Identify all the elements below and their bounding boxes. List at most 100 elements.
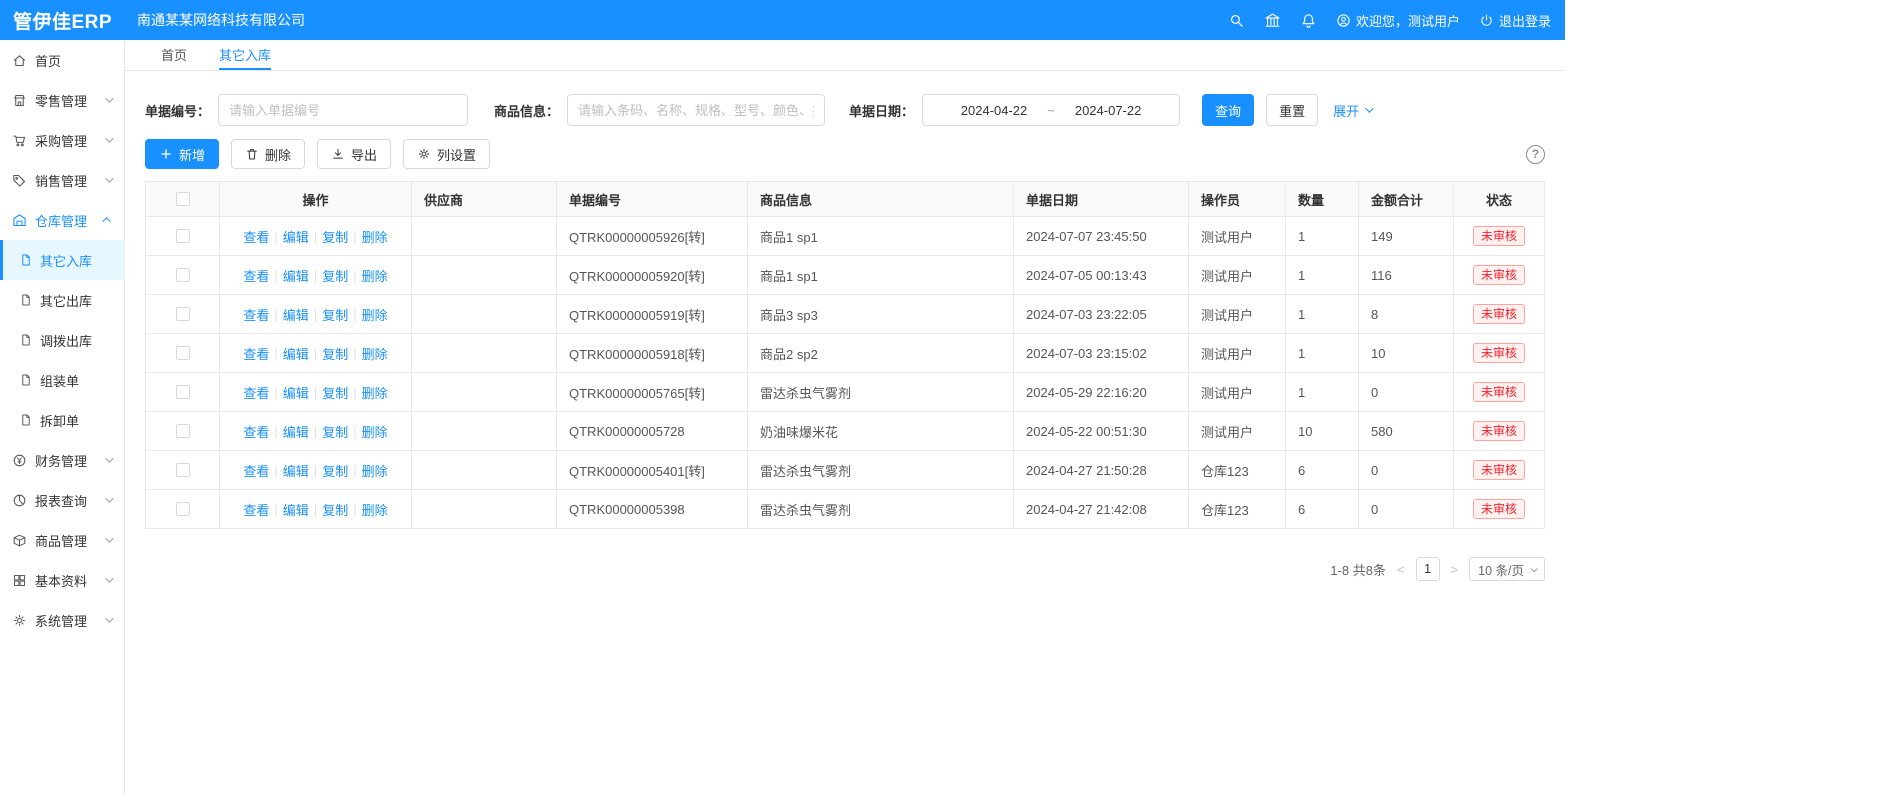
row-action-edit[interactable]: 编辑 [283, 461, 309, 480]
finance-icon [12, 453, 27, 468]
row-checkbox[interactable] [176, 502, 190, 516]
goods-info-label: 商品信息： [494, 101, 559, 120]
page-size-select[interactable]: 10 条/页 [1469, 557, 1545, 581]
cell-amount: 149 [1359, 216, 1454, 255]
delete-button[interactable]: 删除 [231, 139, 305, 169]
cell-supplier [412, 489, 557, 528]
sidebar-subitem-transfer-outbound[interactable]: 调拨出库 [0, 320, 124, 360]
bank-icon[interactable] [1264, 12, 1281, 29]
cell-date: 2024-07-07 23:45:50 [1014, 216, 1189, 255]
row-action-copy[interactable]: 复制 [322, 422, 348, 441]
row-action-edit[interactable]: 编辑 [283, 305, 309, 324]
row-action-copy[interactable]: 复制 [322, 344, 348, 363]
row-action-edit[interactable]: 编辑 [283, 344, 309, 363]
row-action-delete[interactable]: 删除 [362, 500, 388, 519]
sidebar-item-label: 商品管理 [35, 531, 87, 550]
row-action-copy[interactable]: 复制 [322, 305, 348, 324]
row-action-delete[interactable]: 删除 [362, 305, 388, 324]
action-separator: | [274, 463, 277, 478]
search-button[interactable]: 查询 [1202, 94, 1254, 126]
row-action-edit[interactable]: 编辑 [283, 422, 309, 441]
add-button[interactable]: 新增 [145, 139, 219, 169]
row-action-view[interactable]: 查看 [243, 461, 269, 480]
row-action-copy[interactable]: 复制 [322, 227, 348, 246]
row-action-delete[interactable]: 删除 [362, 266, 388, 285]
row-action-copy[interactable]: 复制 [322, 266, 348, 285]
tab-home[interactable]: 首页 [161, 40, 187, 70]
cell-qty: 6 [1286, 489, 1359, 528]
select-all-checkbox[interactable] [176, 192, 190, 206]
cell-amount: 116 [1359, 255, 1454, 294]
row-checkbox[interactable] [176, 268, 190, 282]
logout-button[interactable]: 退出登录 [1479, 11, 1551, 30]
row-action-delete[interactable]: 删除 [362, 227, 388, 246]
next-page-icon[interactable]: > [1449, 562, 1461, 577]
row-action-view[interactable]: 查看 [243, 422, 269, 441]
sidebar-item-finance[interactable]: 财务管理 [0, 440, 124, 480]
row-action-copy[interactable]: 复制 [322, 461, 348, 480]
sidebar-item-goods[interactable]: 商品管理 [0, 520, 124, 560]
sidebar-item-warehouse[interactable]: 仓库管理 [0, 200, 124, 240]
sidebar-item-purchase[interactable]: 采购管理 [0, 120, 124, 160]
row-checkbox[interactable] [176, 385, 190, 399]
column-settings-button[interactable]: 列设置 [403, 139, 490, 169]
chevron-icon [105, 494, 113, 502]
sidebar-subitem-assembly[interactable]: 组装单 [0, 360, 124, 400]
row-action-view[interactable]: 查看 [243, 266, 269, 285]
prev-page-icon[interactable]: < [1395, 562, 1407, 577]
row-checkbox[interactable] [176, 463, 190, 477]
sidebar-subitem-disassembly[interactable]: 拆卸单 [0, 400, 124, 440]
row-checkbox[interactable] [176, 307, 190, 321]
welcome-user[interactable]: 欢迎您，测试用户 [1336, 11, 1460, 30]
row-action-copy[interactable]: 复制 [322, 383, 348, 402]
page-number[interactable]: 1 [1416, 557, 1440, 581]
content-area: 单据编号： 商品信息： 单据日期： 2024-04-22 ~ 2024-07-2… [125, 71, 1565, 795]
welcome-text: 欢迎您，测试用户 [1356, 11, 1460, 30]
sidebar-subitem-other-inbound[interactable]: 其它入库 [0, 240, 124, 280]
row-action-view[interactable]: 查看 [243, 500, 269, 519]
sidebar-item-report[interactable]: 报表查询 [0, 480, 124, 520]
export-button[interactable]: 导出 [317, 139, 391, 169]
sidebar-subitem-other-outbound[interactable]: 其它出库 [0, 280, 124, 320]
bell-icon[interactable] [1300, 12, 1317, 29]
cell-bill-no: QTRK00000005398 [557, 489, 748, 528]
row-checkbox[interactable] [176, 229, 190, 243]
row-action-copy[interactable]: 复制 [322, 500, 348, 519]
row-action-view[interactable]: 查看 [243, 305, 269, 324]
row-action-edit[interactable]: 编辑 [283, 383, 309, 402]
row-action-delete[interactable]: 删除 [362, 344, 388, 363]
row-action-edit[interactable]: 编辑 [283, 500, 309, 519]
sidebar-item-basic[interactable]: 基本资料 [0, 560, 124, 600]
sidebar-item-system[interactable]: 系统管理 [0, 600, 124, 640]
sidebar-item-sales[interactable]: 销售管理 [0, 160, 124, 200]
date-range-picker[interactable]: 2024-04-22 ~ 2024-07-22 [922, 94, 1180, 126]
search-icon[interactable] [1228, 12, 1245, 29]
row-action-edit[interactable]: 编辑 [283, 227, 309, 246]
row-action-view[interactable]: 查看 [243, 344, 269, 363]
row-action-edit[interactable]: 编辑 [283, 266, 309, 285]
sidebar-subitem-label: 其它入库 [40, 251, 92, 270]
help-icon[interactable]: ? [1526, 145, 1545, 164]
cell-operator: 测试用户 [1189, 411, 1286, 450]
goods-info-input[interactable] [567, 94, 825, 126]
bill-no-input[interactable] [218, 94, 468, 126]
table-row: 查看|编辑|复制|删除 QTRK00000005920[转] 商品1 sp1 2… [146, 255, 1544, 294]
row-action-view[interactable]: 查看 [243, 227, 269, 246]
row-checkbox[interactable] [176, 424, 190, 438]
cell-amount: 0 [1359, 372, 1454, 411]
expand-filters-link[interactable]: 展开 [1333, 101, 1371, 120]
column-settings-label: 列设置 [437, 145, 476, 164]
system-icon [12, 613, 27, 628]
tab-other-inbound[interactable]: 其它入库 [219, 40, 271, 70]
sidebar-item-retail[interactable]: 零售管理 [0, 80, 124, 120]
row-action-delete[interactable]: 删除 [362, 422, 388, 441]
doc-icon [19, 253, 33, 267]
reset-button[interactable]: 重置 [1266, 94, 1318, 126]
row-action-view[interactable]: 查看 [243, 383, 269, 402]
row-action-delete[interactable]: 删除 [362, 383, 388, 402]
company-name: 南通某某网络科技有限公司 [137, 10, 305, 30]
cell-supplier [412, 294, 557, 333]
sidebar-item-home[interactable]: 首页 [0, 40, 124, 80]
row-action-delete[interactable]: 删除 [362, 461, 388, 480]
row-checkbox[interactable] [176, 346, 190, 360]
